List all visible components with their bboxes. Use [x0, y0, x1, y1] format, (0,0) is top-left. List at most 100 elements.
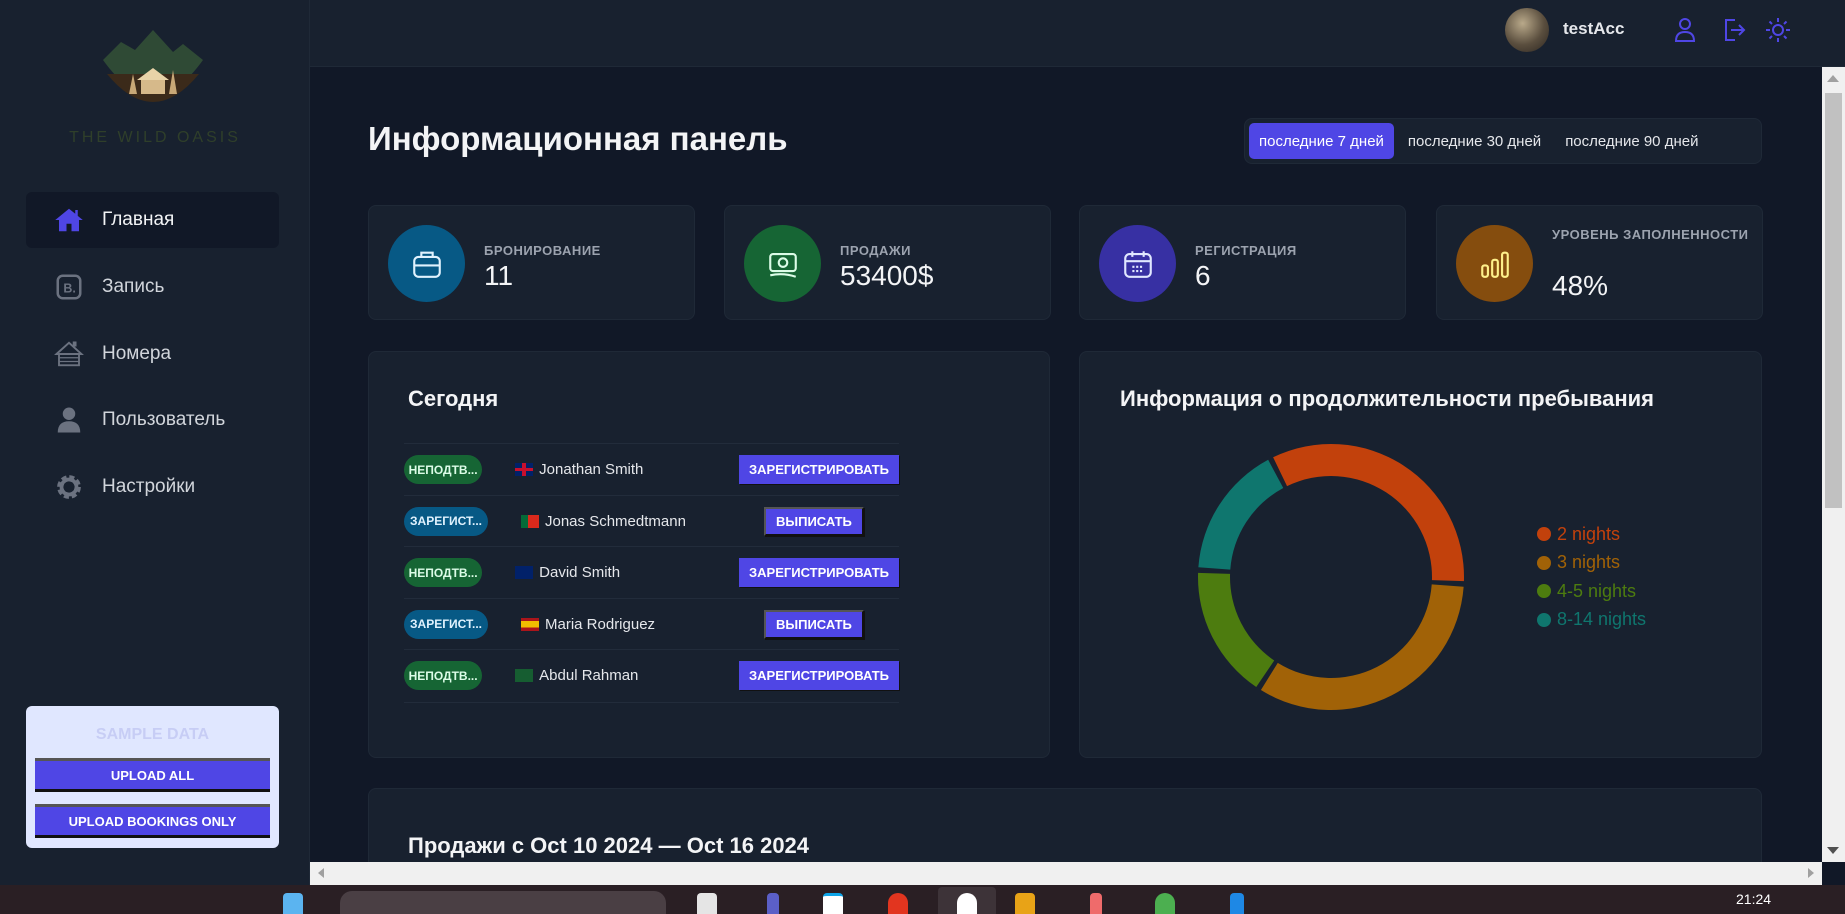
- user-icon[interactable]: [1673, 17, 1697, 43]
- horizontal-scrollbar[interactable]: [310, 862, 1822, 885]
- legend-label: 2 nights: [1557, 523, 1621, 544]
- scrollbar-thumb[interactable]: [1825, 93, 1842, 508]
- folder-icon[interactable]: [1015, 893, 1035, 914]
- legend-dot-icon: [1537, 527, 1551, 542]
- taskbar-search[interactable]: [340, 891, 666, 914]
- today-title: Сегодня: [408, 386, 499, 411]
- scroll-down-icon[interactable]: [1827, 847, 1839, 854]
- guest: David Smith: [482, 564, 739, 581]
- browser-icon[interactable]: [957, 893, 977, 914]
- avatar[interactable]: [1505, 8, 1549, 52]
- guest-name: Jonas Schmedtmann: [545, 512, 686, 530]
- stat-label: УРОВЕНЬ ЗАПОЛНЕННОСТИ: [1552, 227, 1749, 242]
- sidebar-item-home[interactable]: Главная: [26, 192, 279, 248]
- vertical-scrollbar[interactable]: [1822, 67, 1845, 862]
- today-row: НЕПОДТВ... Jonathan Smith ЗАРЕГИСТРИРОВА…: [404, 443, 899, 495]
- stat-occupancy: УРОВЕНЬ ЗАПОЛНЕННОСТИ 48%: [1436, 205, 1763, 320]
- sidebar-item-cabins[interactable]: Номера: [26, 326, 279, 382]
- upload-bookings-button[interactable]: UPLOAD BOOKINGS ONLY: [35, 804, 270, 838]
- sidebar-item-label: Пользователь: [102, 409, 226, 430]
- duration-title: Информация о продолжительности пребывани…: [1120, 386, 1655, 411]
- chart-legend: 2 nights 3 nights 4-5 nights 8-14 nights: [1537, 520, 1646, 634]
- app-icon[interactable]: [1090, 893, 1102, 914]
- divider: [404, 702, 899, 703]
- check-out-button[interactable]: ВЫПИСАТЬ: [764, 506, 864, 536]
- guest: Maria Rodriguez: [488, 616, 764, 633]
- sidebar-item-bookings[interactable]: B. Запись: [26, 259, 279, 315]
- legend-label: 4-5 nights: [1557, 580, 1637, 601]
- sales-title: Продажи с Oct 10 2024 — Oct 16 2024: [408, 833, 810, 858]
- sample-data-panel: SAMPLE DATA UPLOAD ALL UPLOAD BOOKINGS O…: [26, 706, 279, 848]
- app-icon[interactable]: [1230, 893, 1244, 914]
- status-badge: ЗАРЕГИСТ...: [404, 506, 488, 536]
- start-icon[interactable]: [283, 893, 303, 914]
- app-icon[interactable]: [888, 893, 908, 914]
- app-icon[interactable]: [697, 893, 717, 914]
- legend-label: 3 nights: [1557, 552, 1621, 573]
- legend-item: 8-14 nights: [1537, 606, 1646, 635]
- flag-icon: [521, 514, 539, 528]
- scroll-left-icon[interactable]: [318, 868, 324, 878]
- stat-value: 6: [1195, 260, 1211, 291]
- stat-checkins: РЕГИСТРАЦИЯ 6: [1079, 205, 1406, 320]
- legend-dot-icon: [1537, 555, 1551, 570]
- stat-label: ПРОДАЖИ: [840, 243, 912, 258]
- check-in-button[interactable]: ЗАРЕГИСТРИРОВАТЬ: [739, 558, 899, 587]
- today-row: ЗАРЕГИСТ... Maria Rodriguez ВЫПИСАТЬ: [404, 597, 899, 650]
- legend-item: 4-5 nights: [1537, 577, 1646, 606]
- banknote-icon: [744, 225, 821, 302]
- sidebar-item-settings[interactable]: Настройки: [26, 459, 279, 515]
- taskbar: 21:24: [0, 885, 1845, 914]
- check-in-button[interactable]: ЗАРЕГИСТРИРОВАТЬ: [739, 455, 899, 484]
- sidebar: THE WILD OASIS Главная B. Запись Номера …: [0, 0, 310, 885]
- gear-icon: [57, 475, 81, 499]
- flag-icon: [515, 669, 534, 682]
- check-in-button[interactable]: ЗАРЕГИСТРИРОВАТЬ: [739, 661, 899, 690]
- app-icon[interactable]: [1155, 893, 1175, 914]
- legend-item: 3 nights: [1537, 549, 1646, 578]
- bar-chart-icon: [1456, 225, 1533, 302]
- duration-donut-chart: [1198, 444, 1464, 710]
- user-icon: [57, 407, 81, 433]
- legend-label: 8-14 nights: [1557, 609, 1647, 630]
- filter-90-days[interactable]: последние 90 дней: [1555, 123, 1708, 159]
- guest-name: Jonathan Smith: [539, 461, 644, 478]
- app-icon[interactable]: [767, 893, 779, 914]
- page-title: Информационная панель: [368, 120, 788, 157]
- filter-7-days[interactable]: последние 7 дней: [1249, 123, 1394, 159]
- donut-slice-3-nights: [1260, 584, 1464, 710]
- sun-icon[interactable]: [1765, 17, 1791, 43]
- filter-30-days[interactable]: последние 30 дней: [1398, 123, 1551, 159]
- status-badge: НЕПОДТВ...: [404, 558, 483, 587]
- sidebar-item-label: Номера: [102, 343, 172, 364]
- sample-data-title: SAMPLE DATA: [95, 726, 210, 743]
- flag-icon: [515, 463, 534, 476]
- flag-icon: [515, 566, 534, 579]
- donut-slice-4-5-nights: [1198, 572, 1275, 688]
- scroll-up-icon[interactable]: [1827, 75, 1839, 82]
- scroll-right-icon[interactable]: [1808, 868, 1814, 878]
- logo-icon: [103, 30, 203, 102]
- today-panel: Сегодня НЕПОДТВ... Jonathan Smith ЗАРЕГИ…: [368, 351, 1050, 758]
- status-badge: НЕПОДТВ...: [404, 455, 483, 484]
- flag-icon: [521, 617, 539, 631]
- bookings-icon: B.: [56, 274, 82, 300]
- today-row: ЗАРЕГИСТ... Jonas Schmedtmann ВЫПИСАТЬ: [404, 494, 899, 547]
- stat-label: РЕГИСТРАЦИЯ: [1195, 243, 1297, 258]
- username: testAcc: [1563, 19, 1625, 38]
- stat-bookings: БРОНИРОВАНИЕ 11: [368, 205, 695, 320]
- stat-value: 48%: [1552, 270, 1609, 301]
- stat-label: БРОНИРОВАНИЕ: [484, 243, 601, 258]
- briefcase-icon: [388, 225, 465, 302]
- store-icon[interactable]: [823, 893, 843, 914]
- svg-text:B.: B.: [63, 282, 76, 296]
- logout-icon[interactable]: [1721, 17, 1747, 43]
- sidebar-item-users[interactable]: Пользователь: [26, 392, 279, 448]
- header: testAcc: [310, 0, 1845, 67]
- stat-sales: ПРОДАЖИ 53400$: [724, 205, 1051, 320]
- sidebar-item-label: Запись: [102, 276, 165, 297]
- cabin-icon: [54, 341, 84, 367]
- today-row: НЕПОДТВ... Abdul Rahman ЗАРЕГИСТРИРОВАТЬ: [404, 649, 899, 701]
- upload-all-button[interactable]: UPLOAD ALL: [35, 758, 270, 792]
- check-out-button[interactable]: ВЫПИСАТЬ: [764, 609, 864, 639]
